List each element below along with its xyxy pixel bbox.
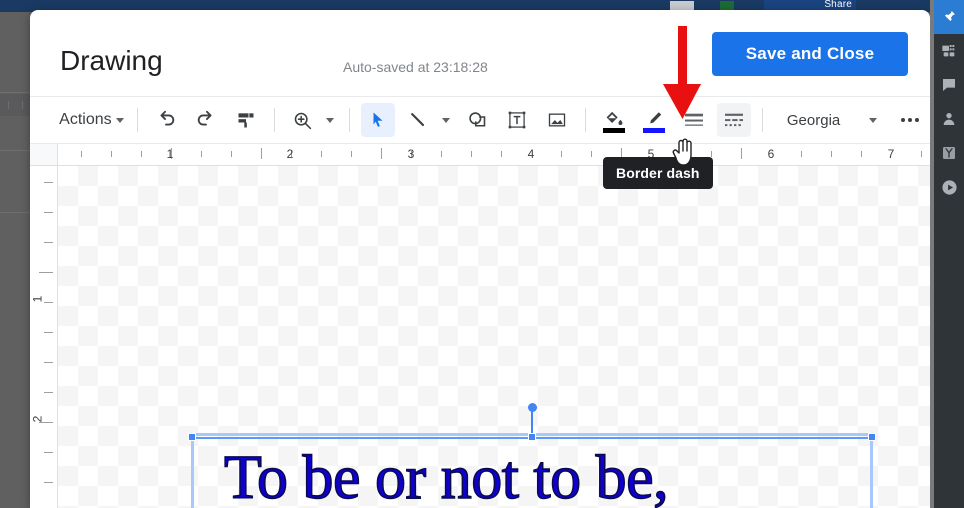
zoom-icon [294, 112, 312, 129]
ruler-h-num-2: 2 [286, 147, 294, 161]
rail-item-person[interactable] [934, 102, 964, 136]
select-tool-button[interactable] [361, 103, 396, 137]
fill-color-swatch [603, 127, 626, 133]
resize-handle-top-center[interactable] [528, 433, 536, 441]
redo-icon [197, 110, 212, 126]
ruler-h-num-6: 6 [767, 147, 775, 161]
ruler-h-num-1: 1 [166, 147, 174, 161]
font-family-value: Georgia [786, 111, 841, 129]
rail-item-play[interactable] [934, 170, 964, 204]
selected-text-object[interactable]: To be or not to be, [188, 403, 876, 508]
line-icon [411, 113, 425, 127]
image-tool-button[interactable] [540, 103, 574, 137]
annotation-arrow-icon [663, 26, 701, 119]
rail-item-comment[interactable] [934, 68, 964, 102]
autosave-status: Auto-saved at 23:18:28 [343, 59, 488, 75]
rail-item-pin[interactable] [934, 0, 964, 34]
toolbar-divider-5 [762, 108, 763, 132]
undo-icon [160, 110, 174, 126]
drawing-toolbar: Actions Georgia [30, 96, 930, 144]
right-tool-rail [934, 0, 964, 508]
border-color-swatch [643, 127, 666, 133]
toolbar-divider-2 [273, 108, 275, 132]
actions-menu-button[interactable]: Actions [57, 103, 126, 137]
paint-format-icon [238, 113, 254, 128]
ruler-h-num-7: 7 [887, 147, 895, 161]
font-family-select[interactable]: Georgia [777, 103, 885, 137]
image-icon [549, 113, 566, 127]
ruler-h-num-4: 4 [527, 147, 535, 161]
fill-color-icon [606, 111, 622, 125]
shape-icon [469, 111, 486, 127]
underlying-ruler [0, 94, 30, 116]
save-and-close-button[interactable]: Save and Close [712, 32, 908, 76]
ruler-v-num-1: 1 [30, 295, 45, 303]
paint-format-button[interactable] [229, 103, 263, 137]
selection-edge-left [191, 437, 194, 508]
ruler-h-num-3: 3 [407, 147, 415, 161]
strip-divider-3 [0, 212, 30, 213]
chevron-down-icon [326, 117, 335, 123]
ruler-corner [30, 144, 58, 165]
rotation-stem [531, 409, 533, 435]
strip-divider-1 [0, 92, 30, 93]
chevron-down-icon [442, 117, 451, 123]
play-icon [941, 179, 957, 195]
chevron-down-icon [115, 117, 124, 123]
pin-icon [944, 11, 955, 23]
resize-handle-top-right[interactable] [868, 433, 876, 441]
person-icon [943, 113, 955, 125]
fill-color-button[interactable] [597, 103, 631, 137]
ruler-v-num-2: 2 [30, 415, 45, 423]
chevron-down-icon [868, 117, 877, 123]
dialog-header: Drawing Auto-saved at 23:18:28 Save and … [30, 10, 930, 96]
layers-icon [942, 45, 955, 57]
zoom-button[interactable] [285, 103, 319, 137]
horizontal-ruler[interactable]: 1 2 3 4 5 6 7 [30, 144, 930, 166]
text-box-tool-button[interactable] [500, 103, 534, 137]
rotation-handle[interactable] [528, 403, 537, 412]
more-options-button[interactable] [893, 103, 927, 137]
rail-item-layers[interactable] [934, 34, 964, 68]
select-icon [373, 112, 383, 127]
dialog-title: Drawing [60, 45, 163, 76]
line-dropdown-button[interactable] [438, 103, 454, 137]
undo-button[interactable] [149, 103, 183, 137]
redo-button[interactable] [189, 103, 223, 137]
rail-item-yahoo[interactable] [934, 136, 964, 170]
underlying-left-strip [0, 12, 30, 508]
shape-tool-button[interactable] [460, 103, 494, 137]
comment-icon [943, 79, 955, 91]
drawing-canvas[interactable]: To be or not to be, [58, 166, 930, 508]
strip-divider-2 [0, 150, 30, 151]
yahoo-icon [943, 147, 955, 159]
resize-handle-top-left[interactable] [188, 433, 196, 441]
toolbar-divider-1 [136, 108, 138, 132]
toolbar-divider-4 [585, 108, 587, 132]
more-options-icon [900, 118, 919, 122]
border-dash-button[interactable] [717, 103, 752, 137]
text-content: To be or not to be, [223, 443, 669, 508]
toolbar-divider-3 [349, 108, 351, 132]
line-tool-button[interactable] [401, 103, 435, 137]
actions-menu-label: Actions [59, 111, 112, 128]
vertical-ruler[interactable]: 1 2 [30, 166, 58, 508]
zoom-dropdown-button[interactable] [322, 103, 338, 137]
drawing-dialog: Drawing Auto-saved at 23:18:28 Save and … [30, 10, 930, 508]
mouse-cursor-hand-icon [672, 138, 692, 166]
selection-edge-right [870, 437, 873, 508]
text-box-icon [508, 111, 526, 129]
border-dash-icon [725, 113, 744, 127]
